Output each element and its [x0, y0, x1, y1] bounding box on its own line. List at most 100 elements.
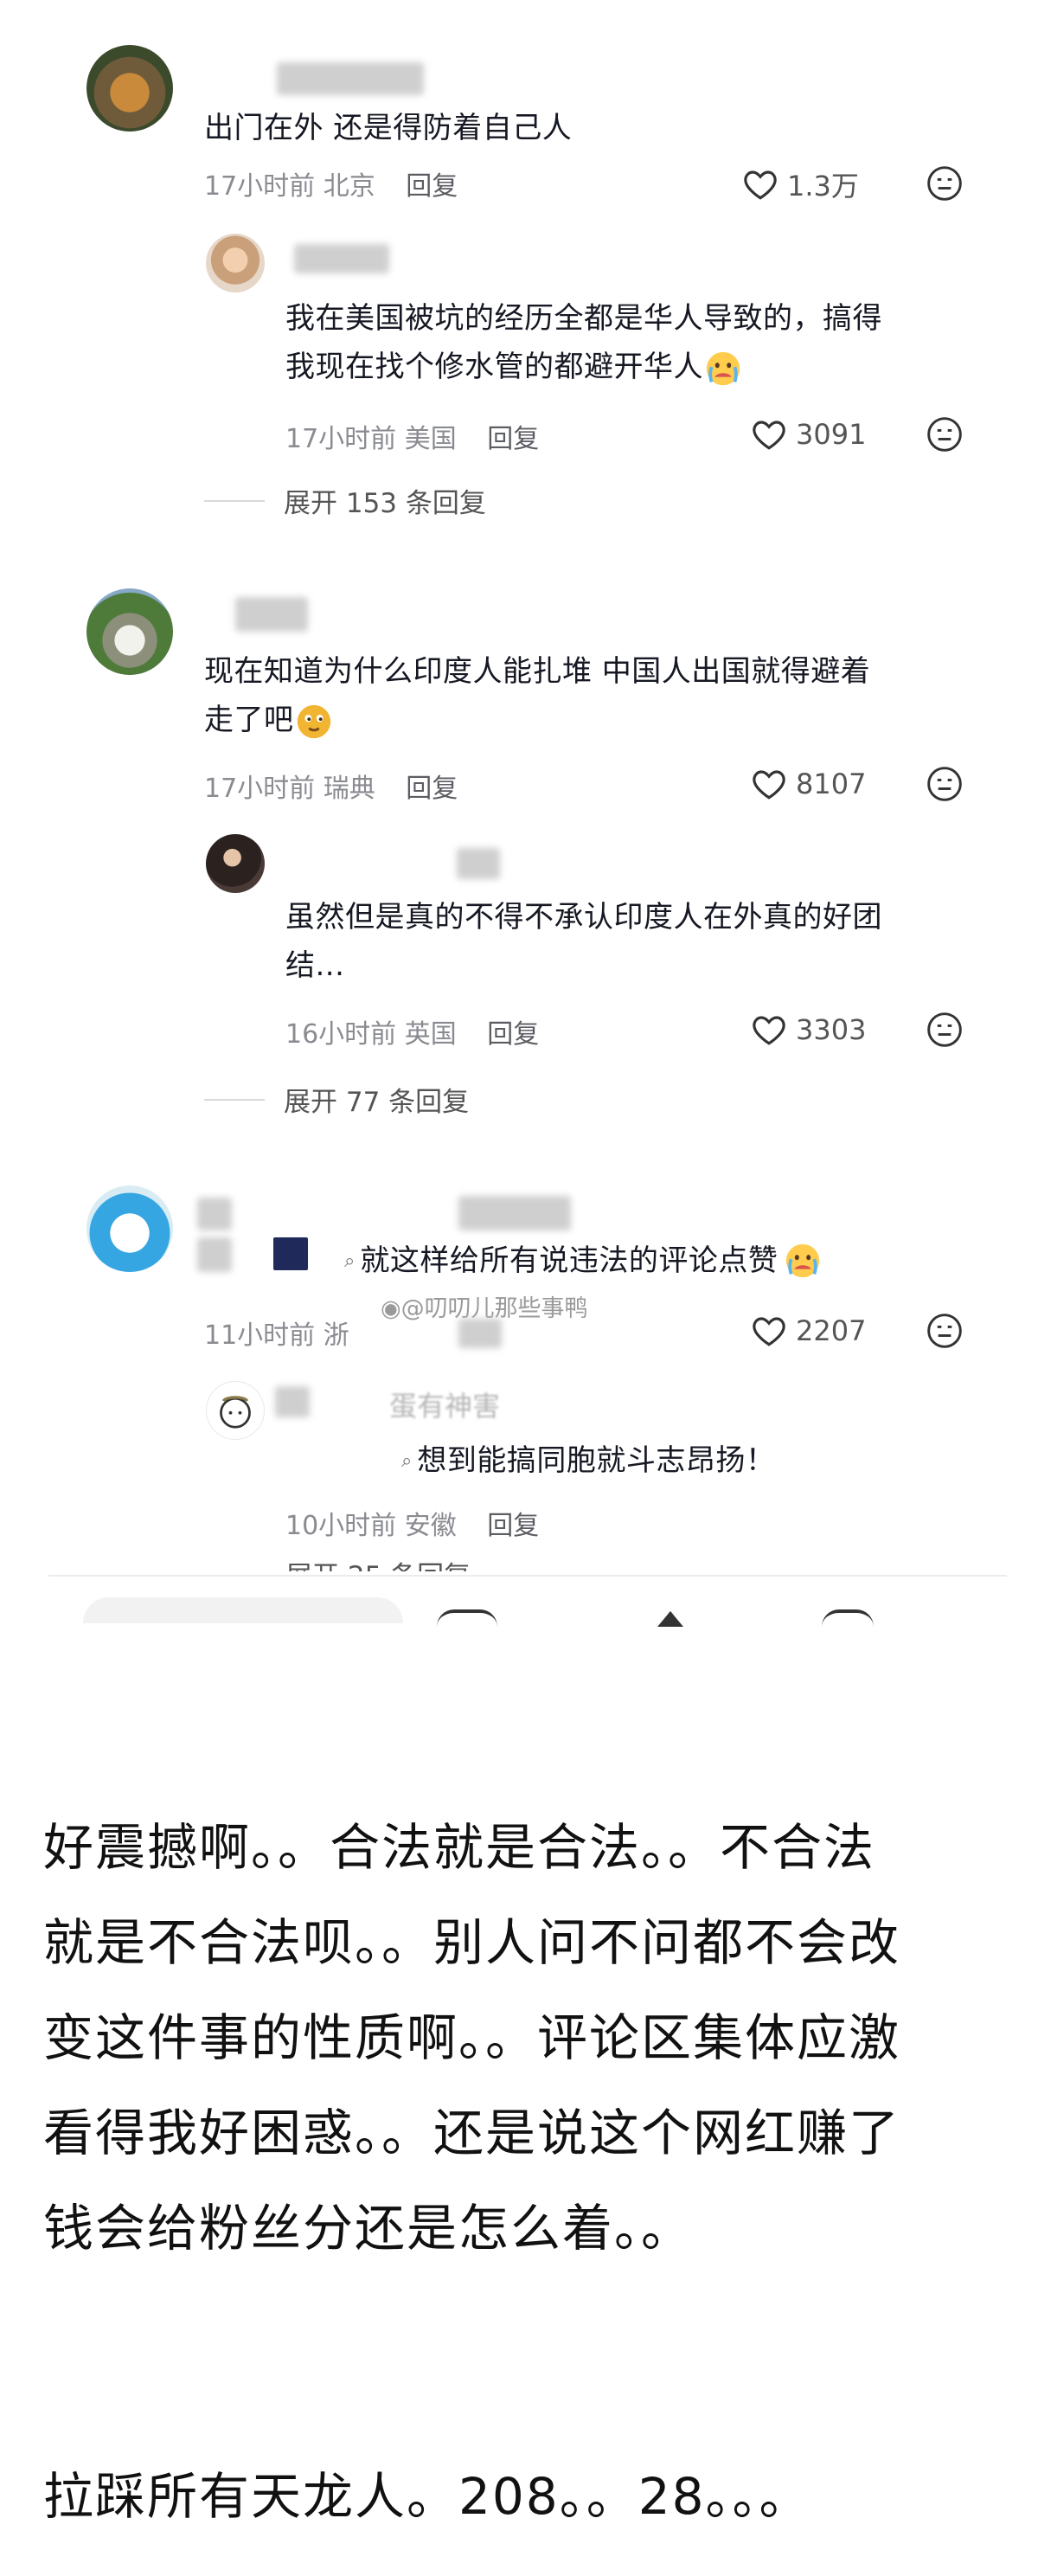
reply-button[interactable]: 回复	[487, 1511, 539, 1541]
expand-replies-label: 展开 25 条回复	[285, 1561, 471, 1571]
reply-text-line: 虽然但是真的不得不承认印度人在外真的好团	[285, 900, 882, 935]
avatar[interactable]	[206, 834, 265, 893]
reply-text-line: 我现在找个修水管的都避开华人	[285, 343, 882, 391]
reply-button[interactable]: 回复	[487, 1019, 539, 1050]
comment-text-line: 现在知道为什么印度人能扎堆 中国人出国就得避着	[204, 654, 871, 689]
comment-meta: 17小时前 北京 回复	[204, 164, 458, 202]
dislike-icon[interactable]	[926, 765, 964, 803]
username-blurred	[277, 62, 424, 95]
avatar[interactable]	[206, 1381, 265, 1440]
heart-icon	[744, 170, 777, 200]
reply-button[interactable]: 回复	[406, 774, 458, 804]
reply-text: 虽然但是真的不得不承认印度人在外真的好团 结...	[285, 893, 882, 990]
dislike-icon[interactable]	[926, 415, 964, 453]
like-button[interactable]: 2207	[751, 1314, 866, 1348]
dislike-icon[interactable]	[926, 1011, 964, 1049]
heart-icon	[753, 1016, 785, 1045]
avatar[interactable]	[206, 234, 265, 292]
comment-time: 17小时前	[204, 171, 316, 202]
dislike-icon[interactable]	[926, 1312, 964, 1350]
post-line: 看得我好困惑。。还是说这个网红赚了	[43, 2104, 901, 2162]
like-button[interactable]: 1.3万	[742, 164, 859, 204]
comment-text-line2: 走了吧	[204, 703, 294, 737]
username-blurred	[235, 597, 308, 632]
reply-button[interactable]: 回复	[487, 424, 539, 454]
comment-input-bar[interactable]	[83, 1597, 403, 1623]
post-line: 拉踩所有天龙人。208。。28。。。	[43, 2467, 811, 2526]
username-partial-text: 蛋有神害	[389, 1390, 501, 1423]
expand-replies-button[interactable]: 展开 77 条回复	[204, 1080, 469, 1119]
comment-location: 瑞典	[323, 774, 375, 804]
reply-text-line: 我在美国被坑的经历全都是华人导致的，搞得	[285, 301, 882, 336]
divider	[48, 1575, 1007, 1577]
username-blurred	[197, 1198, 232, 1230]
username-blurred	[458, 1196, 571, 1230]
reply-location: 安徽	[404, 1511, 457, 1541]
reply-text-line: 结...	[285, 948, 345, 983]
like-button[interactable]: 3303	[751, 1012, 866, 1047]
reply-location: 英国	[404, 1019, 457, 1050]
avatar[interactable]	[86, 1185, 173, 1272]
reply-button[interactable]: 回复	[406, 171, 458, 202]
comment-time: 11小时前	[204, 1320, 316, 1351]
search-icon: ⌕	[344, 1249, 356, 1272]
reply-time: 16小时前	[285, 1019, 397, 1050]
heart-icon[interactable]	[437, 1609, 497, 1627]
username-blurred	[458, 1319, 502, 1348]
reply-text: 我在美国被坑的经历全都是华人导致的，搞得 我现在找个修水管的都避开华人	[285, 294, 882, 391]
reply-meta: 17小时前 美国 回复	[285, 417, 539, 455]
comment-meta: 11小时前 浙	[204, 1314, 349, 1352]
reply-time: 10小时前	[285, 1511, 397, 1541]
reply-time: 17小时前	[285, 424, 397, 454]
expand-replies-label: 展开 77 条回复	[284, 1087, 470, 1118]
reply-text: 想到能搞同胞就斗志昂扬！	[417, 1443, 776, 1478]
reply-text-overlay: ⌕ 想到能搞同胞就斗志昂扬！	[401, 1442, 775, 1480]
like-count: 2207	[796, 1314, 867, 1347]
heart-icon	[753, 421, 785, 450]
username-blurred	[457, 848, 500, 879]
post-line: 变这件事的性质啊。。评论区集体应激	[43, 2008, 901, 2067]
comment-text: 出门在外 还是得防着自己人	[204, 111, 573, 145]
comment-text: 现在知道为什么印度人能扎堆 中国人出国就得避着 走了吧	[204, 647, 870, 744]
post-line: 好震撼啊。。合法就是合法。。不合法	[43, 1818, 876, 1877]
like-button[interactable]: 8107	[751, 767, 866, 801]
avatar[interactable]	[86, 588, 173, 675]
post-line: 就是不合法呗。。别人问不问都不会改	[43, 1913, 901, 1972]
expand-replies-button[interactable]: 展开 153 条回复	[204, 481, 486, 520]
reply-location: 美国	[404, 424, 457, 454]
username-partial: 蛋有神害	[389, 1384, 500, 1424]
dislike-icon[interactable]	[926, 164, 964, 202]
share-icon[interactable]	[822, 1609, 874, 1627]
comment-time: 17小时前	[204, 774, 316, 804]
sheep-icon	[220, 1396, 251, 1429]
avatar[interactable]	[86, 45, 173, 132]
username-blurred	[275, 1386, 310, 1417]
crying-face-icon	[786, 1243, 820, 1278]
divider-line	[204, 1098, 265, 1101]
comment-location: 北京	[323, 171, 375, 202]
heart-icon	[753, 1317, 785, 1346]
crying-face-icon	[706, 351, 740, 385]
star-icon[interactable]	[657, 1611, 683, 1627]
reply-text-line2: 我现在找个修水管的都避开华人	[285, 350, 703, 384]
username-blurred	[197, 1237, 232, 1272]
search-icon: ⌕	[401, 1449, 413, 1472]
divider-line	[204, 499, 265, 502]
like-count: 1.3万	[787, 170, 859, 202]
weibo-icon: ◉	[381, 1295, 401, 1322]
like-count: 8107	[796, 768, 867, 800]
post-body: 好震撼啊。。合法就是合法。。不合法 就是不合法呗。。别人问不问都不会改 变这件事…	[43, 1800, 1003, 2276]
reply-meta: 16小时前 英国 回复	[285, 1012, 539, 1050]
expand-replies-label: 展开 153 条回复	[284, 488, 486, 519]
reply-meta: 10小时前 安徽 回复	[285, 1504, 539, 1542]
username-blurred	[294, 244, 389, 273]
expand-replies-button[interactable]: 展开 25 条回复	[285, 1554, 471, 1571]
like-count: 3091	[796, 418, 867, 451]
heart-icon	[753, 770, 785, 800]
comment-location: 浙	[323, 1320, 349, 1351]
redaction-block	[273, 1237, 308, 1270]
like-count: 3303	[796, 1013, 867, 1046]
like-button[interactable]: 3091	[751, 417, 866, 452]
comment-meta: 17小时前 瑞典 回复	[204, 767, 458, 805]
comment-text-overlay: ⌕ 就这样给所有说违法的评论点赞	[344, 1241, 823, 1281]
